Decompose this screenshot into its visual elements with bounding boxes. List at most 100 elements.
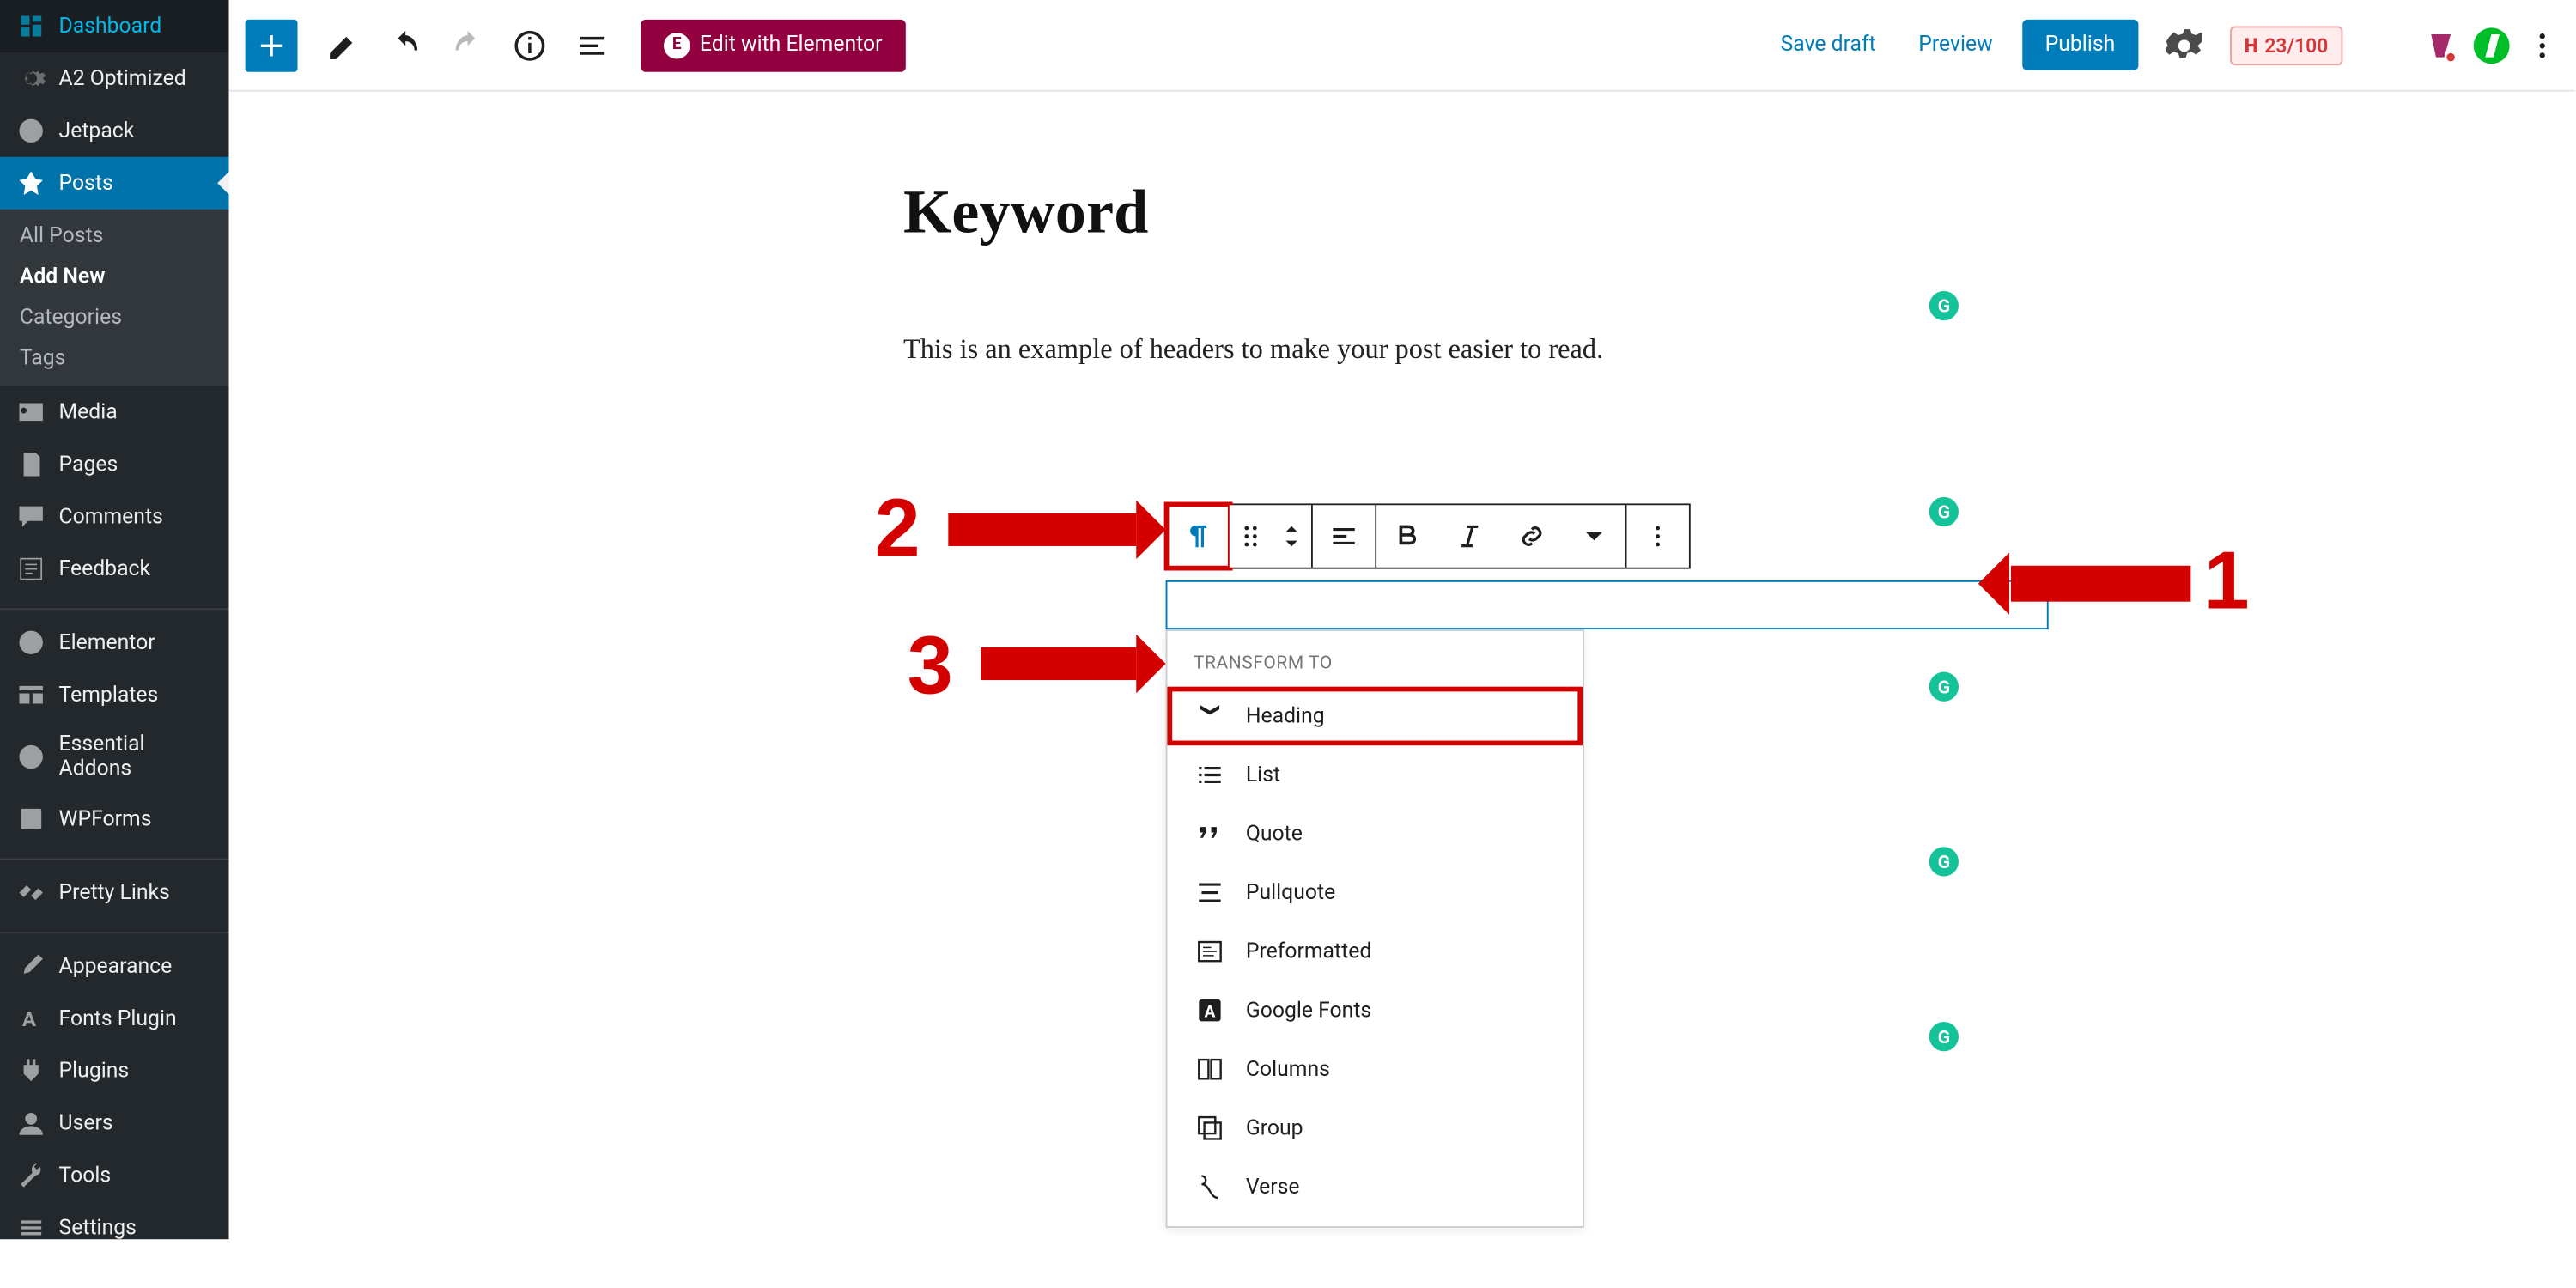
block-type-button[interactable] <box>1167 505 1229 567</box>
pin-icon <box>16 168 46 197</box>
link-button[interactable] <box>1501 505 1563 567</box>
transform-item-quote[interactable]: Quote <box>1167 805 1583 864</box>
sidebar-item-fontsplugin[interactable]: AFonts Plugin <box>0 993 229 1045</box>
grammarly-icon[interactable] <box>1929 291 1959 320</box>
sidebar-item-tools[interactable]: Tools <box>0 1150 229 1202</box>
settings-icon <box>16 1213 46 1239</box>
sidebar-item-templates[interactable]: Templates <box>0 669 229 721</box>
editor-canvas[interactable]: Keyword This is an example of headers to… <box>229 92 2575 1240</box>
move-buttons[interactable] <box>1272 505 1311 567</box>
post-content: Keyword This is an example of headers to… <box>903 177 1900 374</box>
grammarly-icon[interactable] <box>1929 847 1959 876</box>
more-options-button[interactable] <box>2526 15 2559 75</box>
italic-button[interactable] <box>1439 505 1501 567</box>
publish-button[interactable]: Publish <box>2022 20 2138 70</box>
gear-icon <box>16 64 46 93</box>
editor-area: EEdit with Elementor Save draft Preview … <box>229 0 2575 1239</box>
sidebar-item-media[interactable]: Media <box>0 386 229 438</box>
pullquote-icon <box>1194 877 1226 909</box>
selected-block-outline[interactable] <box>1166 580 2049 629</box>
sidebar-sub-categories[interactable]: Categories <box>0 298 229 339</box>
jetpack-status-icon[interactable] <box>2474 27 2510 63</box>
grammarly-icon[interactable] <box>1929 1022 1959 1051</box>
sidebar-item-appearance[interactable]: Appearance <box>0 940 229 993</box>
settings-gear-button[interactable] <box>2154 15 2214 75</box>
transform-item-verse[interactable]: Verse <box>1167 1157 1583 1217</box>
annotation-arrow-1 <box>2011 566 2190 602</box>
sidebar-label: Users <box>59 1111 113 1136</box>
sidebar-label: Tools <box>59 1163 112 1188</box>
sidebar-item-a2[interactable]: A2 Optimized <box>0 52 229 105</box>
bold-button[interactable] <box>1376 505 1438 567</box>
sidebar-item-users[interactable]: Users <box>0 1097 229 1150</box>
sidebar-item-wpforms[interactable]: WPForms <box>0 793 229 845</box>
elementor-icon <box>16 628 46 657</box>
grammarly-icon[interactable] <box>1929 497 1959 526</box>
sidebar-item-feedback[interactable]: Feedback <box>0 543 229 595</box>
elementor-button[interactable]: EEdit with Elementor <box>641 19 905 71</box>
edit-mode-button[interactable] <box>314 15 374 75</box>
add-block-button[interactable] <box>246 19 298 71</box>
sidebar-item-elementor[interactable]: Elementor <box>0 617 229 669</box>
chevron-down-icon <box>1577 519 1610 552</box>
brush-icon <box>16 951 46 981</box>
preview-button[interactable]: Preview <box>1905 23 2006 67</box>
sidebar-submenu-posts: All Posts Add New Categories Tags <box>0 210 229 386</box>
undo-button[interactable] <box>376 15 435 75</box>
transform-item-list[interactable]: List <box>1167 745 1583 805</box>
sidebar-label: WPForms <box>59 807 152 832</box>
sidebar-item-pages[interactable]: Pages <box>0 438 229 490</box>
more-rich-button[interactable] <box>1563 505 1625 567</box>
annotation-number-3: 3 <box>908 624 953 706</box>
transform-item-preformatted[interactable]: Preformatted <box>1167 922 1583 981</box>
transform-item-group[interactable]: Group <box>1167 1098 1583 1157</box>
transform-label: Preformatted <box>1246 939 1371 964</box>
sidebar-item-posts[interactable]: Posts <box>0 157 229 210</box>
transform-item-googlefonts[interactable]: AGoogle Fonts <box>1167 981 1583 1040</box>
drag-handle[interactable] <box>1230 505 1273 567</box>
transform-item-columns[interactable]: Columns <box>1167 1040 1583 1099</box>
kebab-icon <box>2526 27 2559 63</box>
sidebar-item-comments[interactable]: Comments <box>0 490 229 543</box>
sidebar-item-essential[interactable]: Essential Addons <box>0 721 229 793</box>
media-icon <box>16 398 46 427</box>
transform-label: Quote <box>1246 822 1303 847</box>
sidebar-sub-allposts[interactable]: All Posts <box>0 216 229 257</box>
sidebar-item-dashboard[interactable]: Dashboard <box>0 0 229 52</box>
elementor-e-icon: E <box>664 32 690 58</box>
wpforms-icon <box>16 805 46 834</box>
wrench-icon <box>16 1161 46 1190</box>
transform-item-heading[interactable]: Heading <box>1167 687 1583 746</box>
plus-icon <box>253 27 289 63</box>
sidebar-item-jetpack[interactable]: Jetpack <box>0 105 229 157</box>
sidebar-item-plugins[interactable]: Plugins <box>0 1045 229 1097</box>
sidebar-label: Comments <box>59 504 163 529</box>
sidebar-label: Appearance <box>59 954 173 979</box>
align-button[interactable] <box>1313 505 1375 567</box>
headline-score-badge[interactable]: H23/100 <box>2230 26 2343 65</box>
grammarly-icon[interactable] <box>1929 672 1959 702</box>
outline-button[interactable] <box>562 15 622 75</box>
block-more-button[interactable] <box>1626 505 1688 567</box>
svg-text:A: A <box>1205 1002 1216 1022</box>
sidebar-sub-tags[interactable]: Tags <box>0 338 229 380</box>
chevron-down-icon <box>1280 537 1303 553</box>
save-draft-button[interactable]: Save draft <box>1767 23 1889 67</box>
transform-item-pullquote[interactable]: Pullquote <box>1167 863 1583 922</box>
info-button[interactable] <box>501 15 560 75</box>
sidebar-label: Dashboard <box>59 14 162 39</box>
block-toolbar <box>1166 503 1691 568</box>
annotation-number-2: 2 <box>875 487 920 568</box>
quote-icon <box>1194 817 1226 850</box>
yoast-indicator-icon[interactable] <box>2425 28 2458 61</box>
paragraph-block[interactable]: This is an example of headers to make yo… <box>903 327 1900 374</box>
sidebar-item-prettylinks[interactable]: Pretty Links <box>0 866 229 919</box>
redo-button[interactable] <box>438 15 497 75</box>
post-title[interactable]: Keyword <box>903 177 1900 249</box>
sidebar-label: A2 Optimized <box>59 66 186 91</box>
editor-toolbar: EEdit with Elementor Save draft Preview … <box>229 0 2575 92</box>
sidebar-sub-addnew[interactable]: Add New <box>0 257 229 298</box>
sidebar-item-settings[interactable]: Settings <box>0 1201 229 1239</box>
feedback-icon <box>16 554 46 583</box>
italic-icon <box>1454 519 1486 552</box>
